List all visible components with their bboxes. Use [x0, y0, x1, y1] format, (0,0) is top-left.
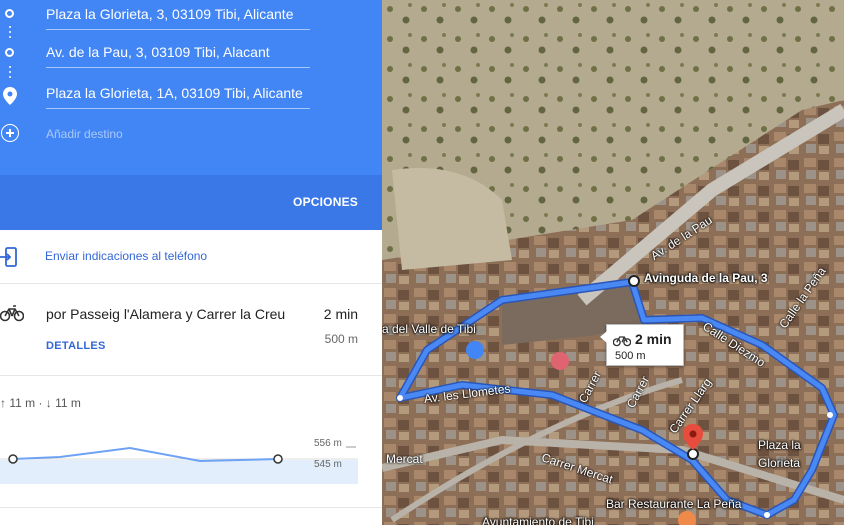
- elevation-section: ↑ 11 m · ↓ 11 m 556 m 545 m: [0, 376, 382, 525]
- map-label-plaza: Plaza la: [758, 438, 801, 452]
- route-distance: 500 m: [324, 332, 358, 346]
- map-label-avinguda: Avinguda de la Pau, 3: [644, 271, 768, 285]
- waypoint-row-1: Plaza la Glorieta, 3, 03109 Tibi, Alican…: [0, 0, 382, 36]
- street-mercat-2: Mercat: [386, 452, 423, 466]
- add-destination-icon[interactable]: [1, 124, 19, 142]
- details-button[interactable]: DETALLES: [46, 340, 106, 352]
- destination-marker-dot: [689, 430, 697, 438]
- origin-icon: [5, 9, 14, 18]
- stop-icon: [5, 48, 14, 57]
- elevation-max-label: 556 m: [314, 438, 342, 449]
- waypoint-row-2: Av. de la Pau, 3, 03109 Tibi, Alacant: [0, 38, 382, 74]
- route-vertex: [764, 512, 770, 518]
- options-bar: OPCIONES: [0, 175, 382, 230]
- route-vertex: [827, 412, 833, 418]
- bicycle-icon: [0, 305, 24, 322]
- elevation-end-marker: [273, 454, 283, 464]
- waypoint-row-3: Plaza la Glorieta, 1A, 03109 Tibi, Alica…: [0, 79, 382, 115]
- map-label-ayuntamiento: Ayuntamiento de Tibi: [482, 515, 594, 525]
- directions-header: Plaza la Glorieta, 3, 03109 Tibi, Alican…: [0, 0, 382, 230]
- elevation-summary: ↑ 11 m · ↓ 11 m: [0, 396, 81, 410]
- bicycle-icon: [613, 336, 631, 347]
- send-to-phone-row[interactable]: Enviar indicaciones al teléfono: [0, 230, 382, 284]
- route-option[interactable]: por Passeig l'Alamera y Carrer la Creu 2…: [0, 284, 382, 376]
- send-to-phone-link[interactable]: Enviar indicaciones al teléfono: [45, 249, 207, 263]
- route-callout[interactable]: 2 min 500 m: [600, 324, 684, 366]
- shopping-icon[interactable]: [551, 352, 569, 370]
- callout-duration: 2 min: [635, 331, 672, 347]
- waypoint-input-2[interactable]: Av. de la Pau, 3, 03109 Tibi, Alacant: [46, 38, 310, 68]
- divider: [0, 507, 382, 508]
- options-button[interactable]: OPCIONES: [293, 195, 358, 209]
- elevation-band: [0, 460, 358, 484]
- map-label-bar: Bar Restaurante La Peña: [606, 497, 742, 511]
- satellite-map[interactable]: Avinguda de la Pau, 3 a del Valle de Tib…: [382, 0, 844, 525]
- add-destination-input[interactable]: Añadir destino: [46, 127, 123, 141]
- directions-panel: Plaza la Glorieta, 3, 03109 Tibi, Alican…: [0, 0, 382, 525]
- route-via-text: por Passeig l'Alamera y Carrer la Creu: [46, 306, 286, 322]
- map-label-plaza-2: Glorieta: [758, 456, 801, 470]
- map-label-valle: a del Valle de Tibi: [382, 322, 476, 336]
- route-duration: 2 min: [323, 306, 358, 322]
- callout-distance: 500 m: [615, 350, 646, 362]
- waypoint-input-1[interactable]: Plaza la Glorieta, 3, 03109 Tibi, Alican…: [46, 0, 310, 30]
- destination-pin-icon: [3, 87, 17, 105]
- elevation-start-marker: [8, 454, 18, 464]
- route-vertex: [397, 395, 403, 401]
- town-hall-icon[interactable]: [466, 341, 484, 359]
- send-to-phone-icon: [0, 247, 17, 267]
- waypoint-input-3[interactable]: Plaza la Glorieta, 1A, 03109 Tibi, Alica…: [46, 79, 310, 109]
- app-root: Plaza la Glorieta, 3, 03109 Tibi, Alican…: [0, 0, 844, 525]
- start-marker[interactable]: [687, 448, 699, 460]
- elevation-min-label: 545 m: [314, 459, 342, 470]
- waypoint-marker[interactable]: [628, 275, 640, 287]
